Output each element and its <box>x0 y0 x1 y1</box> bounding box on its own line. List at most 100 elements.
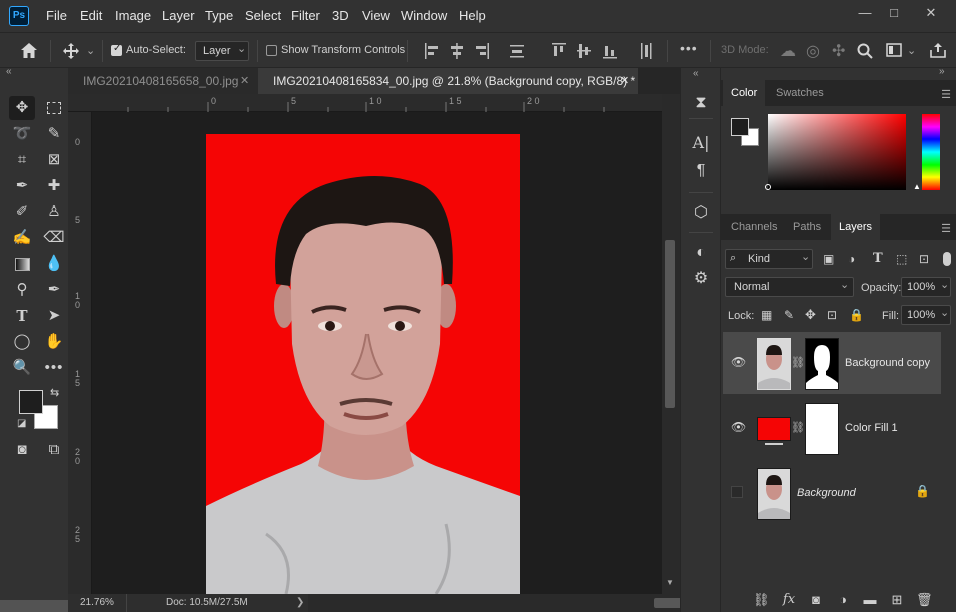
lasso-tool-icon[interactable]: ➰ <box>9 122 35 146</box>
collapse-dock-icon[interactable]: « <box>693 68 699 79</box>
filter-toggle-icon[interactable] <box>943 252 951 266</box>
adjustment-layer-icon[interactable]: ◑ <box>835 592 851 608</box>
ellipse-tool-icon[interactable]: ◯ <box>9 330 35 354</box>
distribute-vertical-icon[interactable] <box>638 42 654 60</box>
crop-tool-icon[interactable]: ⌗ <box>9 148 35 172</box>
color-picker-field[interactable] <box>765 114 906 190</box>
layer-filter-dropdown[interactable]: ⌕ Kind ⌄ <box>725 249 813 269</box>
restore-icon[interactable]: □ <box>884 5 904 21</box>
quick-select-tool-icon[interactable]: ✎ <box>41 122 67 146</box>
menu-select[interactable]: Select <box>245 8 281 23</box>
path-selection-tool-icon[interactable]: ➤ <box>41 304 67 328</box>
document-tab-2[interactable]: IMG20210408165834_00.jpg @ 21.8% (Backgr… <box>258 68 638 94</box>
blur-tool-icon[interactable]: 💧 <box>41 252 67 276</box>
hand-tool-icon[interactable]: ✋ <box>41 330 67 354</box>
move-tool-icon[interactable] <box>62 42 80 60</box>
properties-panel-icon[interactable]: ⚙ <box>692 270 710 288</box>
edit-toolbar-icon[interactable]: ••• <box>41 356 67 380</box>
menu-type[interactable]: Type <box>205 8 233 23</box>
tab-paths[interactable]: Paths <box>793 214 821 240</box>
mask-link-icon[interactable]: ⛓ <box>791 421 805 434</box>
lock-artboard-icon[interactable]: ⊡ <box>827 308 837 322</box>
type-tool-icon[interactable]: T <box>9 304 35 328</box>
align-right-icon[interactable] <box>474 42 490 60</box>
screen-mode-icon[interactable]: ⧉ <box>41 438 67 462</box>
layer-name[interactable]: Background <box>797 487 856 499</box>
vertical-scroll-thumb[interactable] <box>665 240 675 408</box>
lock-all-icon[interactable]: 🔒 <box>849 308 864 322</box>
eraser-tool-icon[interactable]: ⌫ <box>41 226 67 250</box>
menu-edit[interactable]: Edit <box>80 8 102 23</box>
menu-filter[interactable]: Filter <box>291 8 320 23</box>
minimize-icon[interactable]: — <box>855 5 875 21</box>
mask-link-icon[interactable]: ⛓ <box>791 356 805 369</box>
layer-name[interactable]: Background copy <box>845 357 930 369</box>
3d-orbit-icon[interactable]: ☁ <box>780 41 796 61</box>
layer-name[interactable]: Color Fill 1 <box>845 422 898 434</box>
3d-drag-icon[interactable]: ✣ <box>832 41 845 61</box>
clone-stamp-tool-icon[interactable]: ♙ <box>41 200 67 224</box>
history-panel-icon[interactable]: ⧗ <box>692 94 710 112</box>
menu-help[interactable]: Help <box>459 8 486 23</box>
filter-shape-icon[interactable]: ⬚ <box>896 252 907 266</box>
tab-layers[interactable]: Layers <box>831 214 881 240</box>
healing-brush-tool-icon[interactable]: ✚ <box>41 174 67 198</box>
close-tab-icon[interactable]: ✕ <box>620 68 629 94</box>
scroll-down-icon[interactable]: ▼ <box>666 578 674 587</box>
align-bottom-icon[interactable] <box>602 42 618 60</box>
panel-menu-icon[interactable]: ☰ <box>941 222 951 235</box>
tab-channels[interactable]: Channels <box>731 214 777 240</box>
search-icon[interactable] <box>857 43 873 59</box>
tab-swatches[interactable]: Swatches <box>776 80 824 106</box>
layer-row-background-copy[interactable]: 👁 ⛓ Background copy <box>723 332 941 394</box>
auto-select-target-dropdown[interactable]: Layer ⌄ <box>195 41 249 61</box>
visibility-toggle-off[interactable] <box>731 486 743 498</box>
align-left-icon[interactable] <box>424 42 440 60</box>
opacity-field[interactable]: 100% ⌄ <box>901 277 951 297</box>
quick-mask-icon[interactable]: ◙ <box>9 438 35 462</box>
more-options-icon[interactable]: ••• <box>680 40 698 56</box>
3d-panel-icon[interactable]: ⬡ <box>692 204 710 222</box>
link-layers-icon[interactable]: ⛓ <box>753 592 770 608</box>
3d-roll-icon[interactable]: ◎ <box>806 41 820 61</box>
workspace-icon[interactable] <box>886 43 902 57</box>
filter-smart-object-icon[interactable]: ⊡ <box>919 252 929 266</box>
gradient-tool-icon[interactable] <box>9 252 35 276</box>
auto-select-checkbox[interactable] <box>111 43 122 56</box>
color-panel-foreground-swatch[interactable] <box>731 118 749 136</box>
collapse-panels-icon[interactable]: » <box>939 66 945 77</box>
paragraph-panel-icon[interactable]: ¶ <box>692 162 710 180</box>
delete-layer-icon[interactable]: 🗑 <box>916 592 933 608</box>
vertical-scrollbar[interactable]: ▼ <box>662 94 680 594</box>
frame-tool-icon[interactable]: ⊠ <box>41 148 67 172</box>
align-top-icon[interactable] <box>551 42 567 60</box>
lock-pixels-icon[interactable]: ✎ <box>784 308 794 322</box>
swap-colors-icon[interactable]: ⇆ <box>50 386 59 399</box>
menu-view[interactable]: View <box>362 8 390 23</box>
adjustments-panel-icon[interactable]: ◐ <box>692 244 710 262</box>
share-icon[interactable] <box>930 42 946 58</box>
menu-3d[interactable]: 3D <box>332 8 349 23</box>
fill-field[interactable]: 100% ⌄ <box>901 305 951 325</box>
layer-mask-thumbnail[interactable] <box>805 338 839 390</box>
menu-window[interactable]: Window <box>401 8 447 23</box>
visibility-eye-icon[interactable]: 👁 <box>731 356 746 368</box>
filter-adjustment-icon[interactable]: ◑ <box>848 252 855 266</box>
pen-tool-icon[interactable]: ✒ <box>41 278 67 302</box>
add-mask-icon[interactable]: ◙ <box>808 592 824 608</box>
show-transform-checkbox[interactable] <box>266 45 277 56</box>
align-horizontal-center-icon[interactable] <box>449 42 465 60</box>
vertical-ruler[interactable]: 0 5 1 0 1 5 2 0 2 5 <box>68 112 92 594</box>
layer-row-background[interactable]: Background 🔒 <box>723 462 941 524</box>
foreground-color-swatch-front[interactable] <box>19 390 43 414</box>
menu-file[interactable]: File <box>46 8 67 23</box>
lock-transparency-icon[interactable]: ▦ <box>761 308 772 322</box>
filter-type-icon[interactable]: T <box>873 251 883 266</box>
character-panel-icon[interactable]: A| <box>692 134 710 152</box>
hue-slider[interactable] <box>922 114 940 190</box>
eyedropper-tool-icon[interactable]: ✒ <box>9 174 35 198</box>
layer-lock-icon[interactable]: 🔒 <box>915 484 930 498</box>
distribute-icon[interactable] <box>509 42 525 60</box>
move-tool-icon[interactable]: ✥ <box>9 96 35 120</box>
new-group-icon[interactable]: ▬ <box>862 592 878 608</box>
